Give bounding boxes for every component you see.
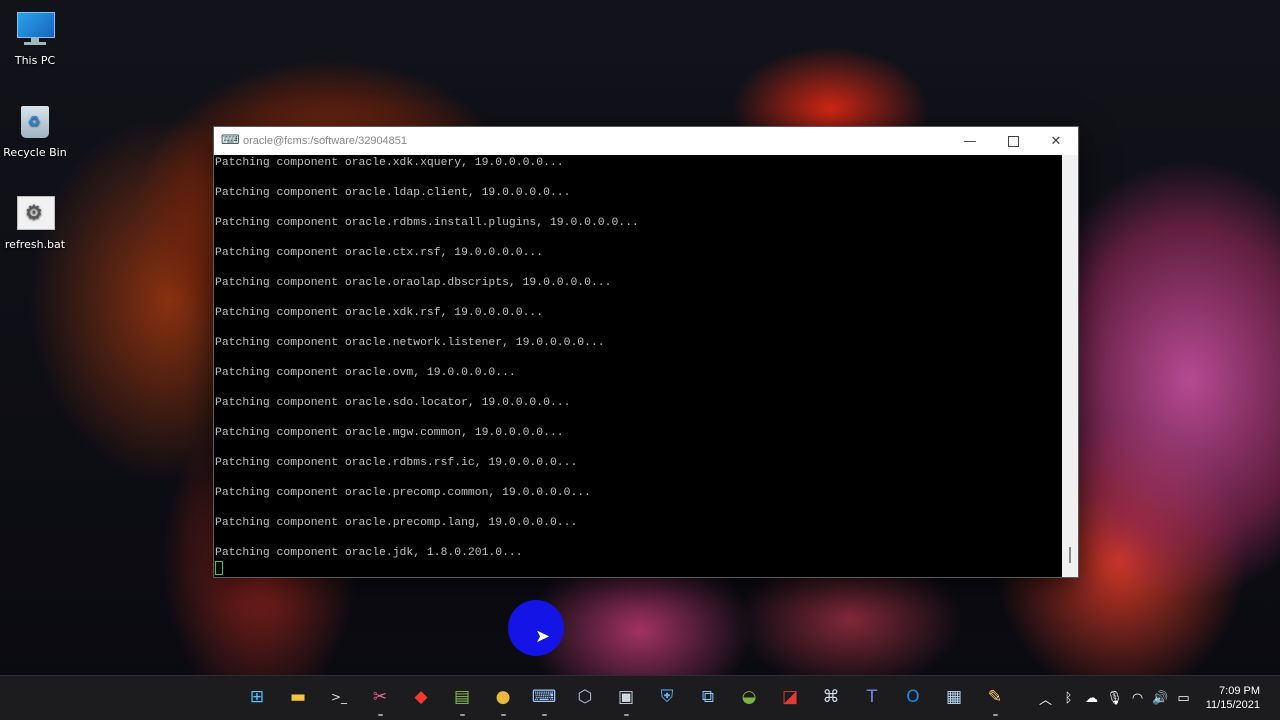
desktop-icon-label: Recycle Bin [3, 146, 67, 159]
terminal-line: Patching component oracle.rdbms.rsf.ic, … [215, 457, 578, 469]
batch-file-icon: ⚙ [15, 194, 55, 232]
terminal-line: Patching component oracle.ldap.client, 1… [215, 187, 571, 199]
maximize-button[interactable] [991, 127, 1035, 155]
running-indicator [501, 714, 506, 716]
close-icon: ✕ [1050, 133, 1062, 149]
taskbar-chrome-button[interactable]: ● [488, 682, 518, 716]
terminal-line: Patching component oracle.jdk, 1.8.0.201… [215, 547, 523, 559]
terminal-line: Patching component oracle.ctx.rsf, 19.0.… [215, 247, 544, 259]
taskbar-remote-desktop-button[interactable]: ⧉ [693, 682, 723, 712]
outlook-icon: O [906, 687, 920, 707]
taskbar: ⊞ ▬ >_ ✂ ◆ ▤ ● ⌨ ⬡ ▣ ⛨ ⧉ ◒ ◪ ⌘ T O ▦ ✎ ︿ ᛒ ☁ 🎙 ◠ 🔊 ▭ 7:09 PM 11/… [0, 675, 1280, 720]
terminal-line: Patching component oracle.xdk.xquery, 19… [215, 157, 564, 169]
running-indicator [460, 714, 465, 716]
running-indicator [624, 714, 629, 716]
terminal-line: Patching component oracle.sdo.locator, 1… [215, 397, 571, 409]
terminal-line: Patching component oracle.xdk.rsf, 19.0.… [215, 307, 544, 319]
terminal-line: Patching component oracle.ovm, 19.0.0.0.… [215, 367, 516, 379]
wifi-icon[interactable]: ◠ [1126, 691, 1149, 706]
chrome-icon: ● [495, 687, 511, 707]
terminal-line: Patching component oracle.network.listen… [215, 337, 605, 349]
taskbar-pdf-app-button[interactable]: ◪ [775, 682, 805, 712]
remote-desktop-icon: ⧉ [701, 687, 715, 707]
desktop-icon-recycle-bin[interactable]: ♻ Recycle Bin [0, 102, 70, 159]
taskbar-notepad-button[interactable]: ▤ [447, 682, 477, 716]
taskbar-outlook-button[interactable]: O [898, 682, 928, 712]
terminal-line: Patching component oracle.rdbms.install.… [215, 217, 639, 229]
terminal-line: Patching component oracle.precomp.lang, … [215, 517, 578, 529]
snipping-tool-icon: ✂ [372, 687, 388, 707]
desktop-icon-label: This PC [14, 54, 56, 67]
clock-time: 7:09 PM [1219, 685, 1260, 697]
defender-icon: ⛨ [660, 687, 674, 707]
desktop-icon-refresh-bat[interactable]: ⚙ refresh.bat [0, 194, 70, 251]
taskbar-file-explorer-button[interactable]: ▬ [283, 682, 313, 712]
anydesk-icon: ◆ [414, 687, 428, 707]
pdf-app-icon: ◪ [781, 687, 799, 707]
taskbar-paint-app-button[interactable]: ✎ [980, 682, 1010, 716]
screen-recorder-icon: ▣ [617, 687, 635, 707]
terminal-line: Patching component oracle.oraolap.dbscri… [215, 277, 612, 289]
desktop-icon-label: refresh.bat [4, 238, 66, 251]
teams-icon: T [866, 687, 878, 707]
file-explorer-icon: ▬ [289, 687, 307, 707]
virtualbox-icon: ⬡ [577, 687, 593, 707]
taskbar-putty-button[interactable]: ⌨ [529, 682, 559, 716]
taskbar-start-button[interactable]: ⊞ [242, 682, 272, 712]
taskbar-performance-monitor-button[interactable]: ▦ [939, 682, 969, 712]
performance-monitor-icon: ▦ [945, 687, 963, 707]
window-titlebar[interactable]: ⌨ oracle@fcms:/software/32904851 — ✕ [214, 127, 1078, 155]
volume-icon[interactable]: 🔊 [1149, 691, 1172, 706]
maximize-icon [1007, 135, 1019, 147]
show-hidden-icons-icon[interactable]: ︿ [1034, 689, 1057, 708]
desktop-icon-this-pc[interactable]: This PC [0, 10, 70, 67]
taskbar-network-app-button[interactable]: ⌘ [816, 682, 846, 712]
taskbar-turtle-app-button[interactable]: ◒ [734, 682, 764, 712]
microphone-icon[interactable]: 🎙 [1103, 691, 1126, 706]
taskbar-virtualbox-button[interactable]: ⬡ [570, 682, 600, 712]
terminal-scrollbar[interactable] [1062, 155, 1078, 577]
onedrive-icon[interactable]: ☁ [1080, 691, 1103, 706]
system-clock[interactable]: 7:09 PM 11/15/2021 [1206, 684, 1260, 712]
this-pc-icon [15, 10, 55, 48]
taskbar-anydesk-button[interactable]: ◆ [406, 682, 436, 712]
bluetooth-icon[interactable]: ᛒ [1057, 691, 1080, 706]
network-app-icon: ⌘ [822, 687, 840, 707]
terminal-cursor [215, 561, 223, 575]
notepad-icon: ▤ [453, 687, 471, 707]
taskbar-teams-button[interactable]: T [857, 682, 887, 712]
start-icon: ⊞ [249, 687, 265, 707]
terminal-line: Patching component oracle.precomp.common… [215, 487, 591, 499]
mouse-pointer-icon: ➤ [535, 626, 551, 647]
minimize-icon: — [963, 133, 977, 149]
taskbar-screen-recorder-button[interactable]: ▣ [611, 682, 641, 716]
recycle-bin-icon: ♻ [15, 102, 55, 140]
running-indicator [542, 714, 547, 716]
terminal-line: Patching component oracle.mgw.common, 19… [215, 427, 564, 439]
battery-icon[interactable]: ▭ [1172, 691, 1195, 706]
close-button[interactable]: ✕ [1034, 127, 1078, 155]
scrollbar-thumb[interactable] [1069, 547, 1071, 563]
taskbar-defender-button[interactable]: ⛨ [652, 682, 682, 712]
taskbar-terminal-button[interactable]: >_ [324, 682, 354, 712]
terminal-window[interactable]: ⌨ oracle@fcms:/software/32904851 — ✕ Pat… [213, 126, 1079, 578]
running-indicator [993, 714, 998, 716]
running-indicator [378, 714, 383, 716]
putty-icon: ⌨ [531, 687, 557, 707]
putty-icon: ⌨ [221, 133, 240, 148]
terminal-icon: >_ [330, 690, 348, 704]
taskbar-snipping-tool-button[interactable]: ✂ [365, 682, 395, 716]
paint-app-icon: ✎ [987, 687, 1003, 707]
window-title: oracle@fcms:/software/32904851 [243, 135, 408, 147]
terminal-output[interactable]: Patching component oracle.xdk.xquery, 19… [214, 155, 1062, 577]
clock-date: 11/15/2021 [1205, 699, 1260, 711]
turtle-app-icon: ◒ [741, 687, 757, 707]
minimize-button[interactable]: — [948, 127, 992, 155]
